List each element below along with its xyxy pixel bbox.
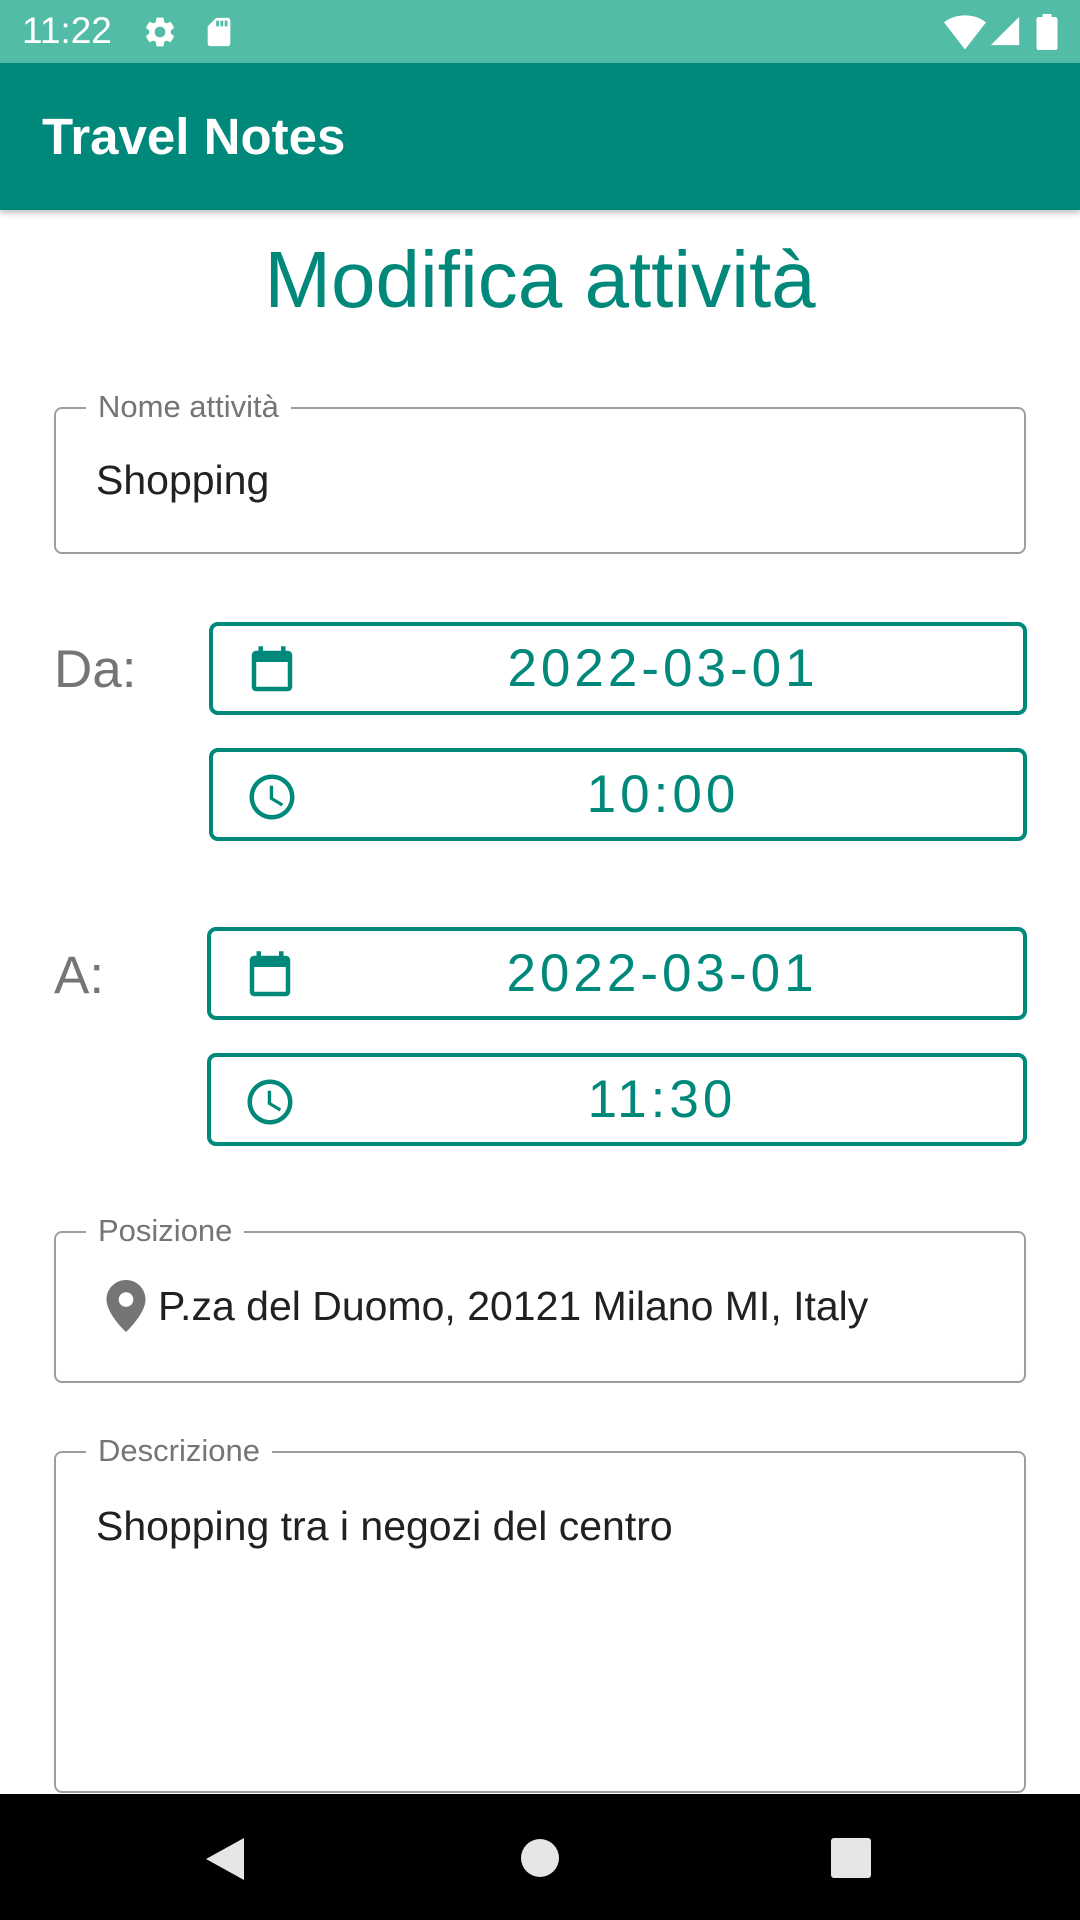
clock-icon [249, 774, 295, 820]
to-time-value: 11:30 [587, 1070, 737, 1129]
description-label: Descrizione [86, 1431, 272, 1471]
gear-icon [145, 17, 175, 47]
calendar-icon [249, 951, 291, 997]
clock-icon [247, 1079, 293, 1125]
from-date-button[interactable]: 2022-03-01 [209, 622, 1027, 715]
description-value[interactable]: Shopping tra i negozi del centro [96, 1501, 673, 1551]
signal-icon [990, 16, 1020, 46]
navigation-bar [0, 1794, 1080, 1920]
app-bar: Travel Notes [0, 63, 1080, 210]
to-label: A: [54, 946, 105, 1005]
position-field[interactable]: Posizione P.za del Duomo, 20121 Milano M… [54, 1211, 1026, 1383]
home-icon[interactable] [520, 1838, 560, 1878]
app-title: Travel Notes [42, 108, 346, 165]
activity-name-value[interactable]: Shopping [96, 455, 269, 505]
from-date-value: 2022-03-01 [507, 639, 819, 698]
recents-icon[interactable] [831, 1838, 871, 1878]
activity-name-field[interactable]: Nome attività Shopping [54, 387, 1026, 554]
wifi-icon [944, 15, 986, 50]
position-value[interactable]: P.za del Duomo, 20121 Milano MI, Italy [158, 1281, 868, 1331]
back-icon[interactable] [204, 1836, 246, 1882]
position-label: Posizione [86, 1211, 245, 1251]
to-date-button[interactable]: 2022-03-01 [207, 927, 1027, 1020]
sd-card-icon [207, 17, 231, 47]
description-field[interactable]: Descrizione Shopping tra i negozi del ce… [54, 1431, 1026, 1793]
activity-name-label: Nome attività [86, 387, 291, 427]
to-time-button[interactable]: 11:30 [207, 1053, 1027, 1146]
page-title: Modifica attività [264, 235, 816, 324]
from-time-value: 10:00 [586, 765, 740, 824]
status-bar: 11:22 [0, 0, 1080, 63]
from-label: Da: [54, 640, 137, 699]
battery-icon [1036, 14, 1058, 50]
from-time-button[interactable]: 10:00 [209, 748, 1027, 841]
status-time: 11:22 [22, 10, 112, 51]
location-pin-icon [106, 1280, 146, 1332]
calendar-icon [251, 646, 293, 692]
to-date-value: 2022-03-01 [506, 944, 818, 1003]
